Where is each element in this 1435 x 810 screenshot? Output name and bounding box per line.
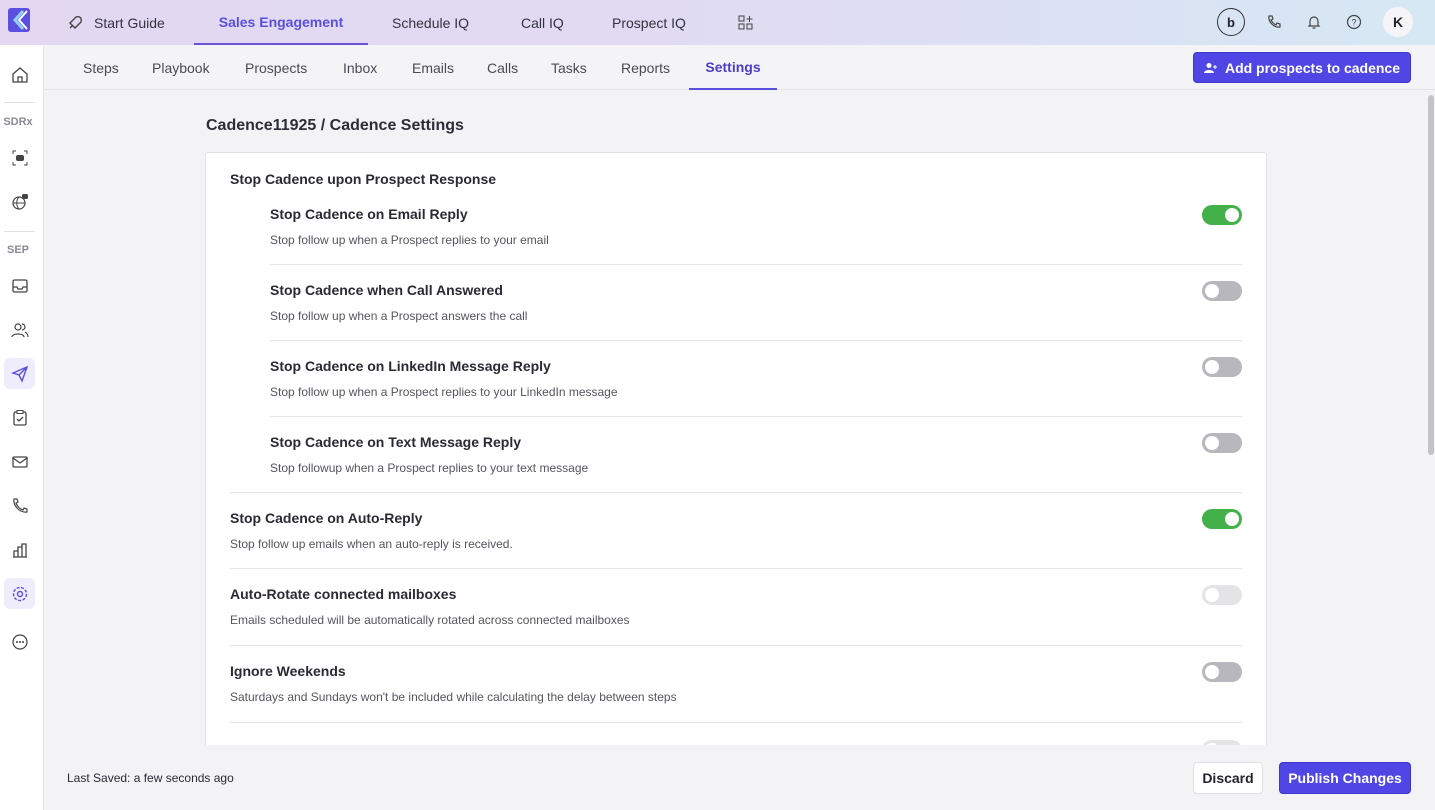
footer-bar: Last Saved: a few seconds ago Discard Pu…: [44, 745, 1435, 810]
bell-icon[interactable]: [1303, 11, 1325, 33]
tab-schedule-iq[interactable]: Schedule IQ: [392, 0, 469, 45]
section-title: Stop Cadence upon Prospect Response: [230, 171, 497, 187]
last-saved-status: Last Saved: a few seconds ago: [67, 771, 234, 785]
cadence-tabs: Steps Playbook Prospects Inbox Emails Ca…: [44, 45, 1435, 90]
bar-chart-icon[interactable]: [4, 534, 35, 565]
setting-row: Stop Cadence when Call Answered Stop fol…: [270, 265, 1242, 341]
call-answered-toggle[interactable]: [1202, 281, 1242, 301]
phone-icon[interactable]: [4, 490, 35, 521]
add-prospects-label: Add prospects to cadence: [1224, 59, 1400, 76]
tab-label: Start Guide: [94, 14, 165, 31]
setting-desc: Emails scheduled will be automatically r…: [230, 613, 630, 627]
tab-start-guide[interactable]: Start Guide: [66, 0, 165, 45]
sidebar: SDRx SEP: [0, 45, 44, 810]
setting-row: Stop Cadence on Auto-Reply Stop follow u…: [230, 492, 1242, 569]
setting-desc: Stop follow up when a Prospect replies t…: [270, 233, 549, 247]
tab-label: Prospect IQ: [612, 14, 686, 31]
top-navigation: Start Guide Sales Engagement Schedule IQ…: [0, 0, 1435, 45]
help-icon[interactable]: ?: [1343, 11, 1365, 33]
setting-row: Auto-Rotate connected mailboxes Emails s…: [230, 569, 1242, 646]
breadcrumb: Cadence11925 / Cadence Settings: [206, 117, 464, 134]
clipboard-check-icon[interactable]: [4, 402, 35, 433]
rocket-icon: [66, 14, 84, 32]
tab-call-iq[interactable]: Call IQ: [521, 0, 564, 45]
home-icon[interactable]: [4, 59, 35, 90]
app-logo[interactable]: [8, 8, 30, 32]
setting-desc: Stop follow up when a Prospect answers t…: [270, 309, 528, 323]
tab-calls[interactable]: Calls: [487, 45, 518, 90]
users-icon[interactable]: [4, 314, 35, 345]
tab-reports[interactable]: Reports: [621, 45, 670, 90]
setting-title: Stop Cadence on Text Message Reply: [270, 434, 522, 450]
setting-row: Stop Cadence on LinkedIn Message Reply S…: [270, 341, 1242, 417]
setting-row: Ignore Weekends Saturdays and Sundays wo…: [230, 646, 1242, 723]
auto-rotate-toggle[interactable]: [1202, 585, 1242, 605]
section-label-sep: SEP: [6, 244, 29, 256]
email-reply-toggle[interactable]: [1202, 205, 1242, 225]
tab-sales-engagement[interactable]: Sales Engagement: [194, 0, 368, 45]
tab-prospect-iq[interactable]: Prospect IQ: [612, 0, 686, 45]
setting-title: Auto-Rotate connected mailboxes: [230, 586, 457, 602]
setting-desc: Stop follow up emails when an auto-reply…: [230, 537, 513, 551]
linkedin-reply-toggle[interactable]: [1202, 357, 1242, 377]
tab-playbook[interactable]: Playbook: [152, 45, 210, 90]
settings-icon[interactable]: [4, 578, 35, 609]
more-icon[interactable]: [4, 626, 35, 657]
setting-title: Stop Cadence on Auto-Reply: [230, 510, 423, 526]
tab-settings[interactable]: Settings: [689, 45, 777, 90]
publish-changes-button[interactable]: Publish Changes: [1279, 762, 1411, 794]
setting-title: Ignore Weekends: [230, 663, 346, 679]
setting-title: Stop Cadence when Call Answered: [270, 282, 503, 298]
brand-b-icon[interactable]: b: [1217, 8, 1245, 36]
bot-icon[interactable]: [4, 142, 35, 173]
globe-bot-icon[interactable]: [4, 186, 35, 217]
setting-title: Stop Cadence on LinkedIn Message Reply: [270, 358, 551, 374]
tab-label: Sales Engagement: [218, 13, 344, 30]
setting-row: Stop Cadence on Email Reply Stop follow …: [270, 198, 1242, 265]
user-avatar[interactable]: K: [1383, 7, 1413, 37]
mail-icon[interactable]: [4, 446, 35, 477]
section-label-sdrx: SDRx: [3, 116, 33, 128]
user-plus-icon: [1203, 62, 1217, 74]
send-icon[interactable]: [4, 358, 35, 389]
tab-steps[interactable]: Steps: [83, 45, 119, 90]
divider: [4, 231, 35, 232]
settings-card: Stop Cadence upon Prospect Response Stop…: [205, 152, 1267, 772]
auto-reply-toggle[interactable]: [1202, 509, 1242, 529]
tab-tasks[interactable]: Tasks: [551, 45, 587, 90]
tab-label: Call IQ: [521, 14, 564, 31]
apps-grid-icon[interactable]: [738, 0, 754, 45]
text-reply-toggle[interactable]: [1202, 433, 1242, 453]
discard-button[interactable]: Discard: [1193, 762, 1263, 794]
setting-desc: Stop followup when a Prospect replies to…: [270, 461, 589, 475]
setting-desc: Stop follow up when a Prospect replies t…: [270, 385, 618, 399]
ignore-weekends-toggle[interactable]: [1202, 662, 1242, 682]
svg-text:?: ?: [1351, 18, 1356, 28]
divider: [4, 102, 35, 103]
setting-row: Stop Cadence on Text Message Reply Stop …: [270, 417, 1242, 493]
setting-title: Stop Cadence on Email Reply: [270, 206, 468, 222]
phone-icon[interactable]: [1263, 11, 1285, 33]
add-prospects-button[interactable]: Add prospects to cadence: [1192, 52, 1411, 83]
tab-inbox[interactable]: Inbox: [343, 45, 377, 90]
tab-prospects[interactable]: Prospects: [245, 45, 307, 90]
inbox-icon[interactable]: [4, 270, 35, 301]
tab-emails[interactable]: Emails: [412, 45, 454, 90]
setting-desc: Saturdays and Sundays won't be included …: [230, 690, 677, 704]
scrollbar[interactable]: [1428, 95, 1434, 455]
tab-label: Schedule IQ: [392, 14, 470, 31]
